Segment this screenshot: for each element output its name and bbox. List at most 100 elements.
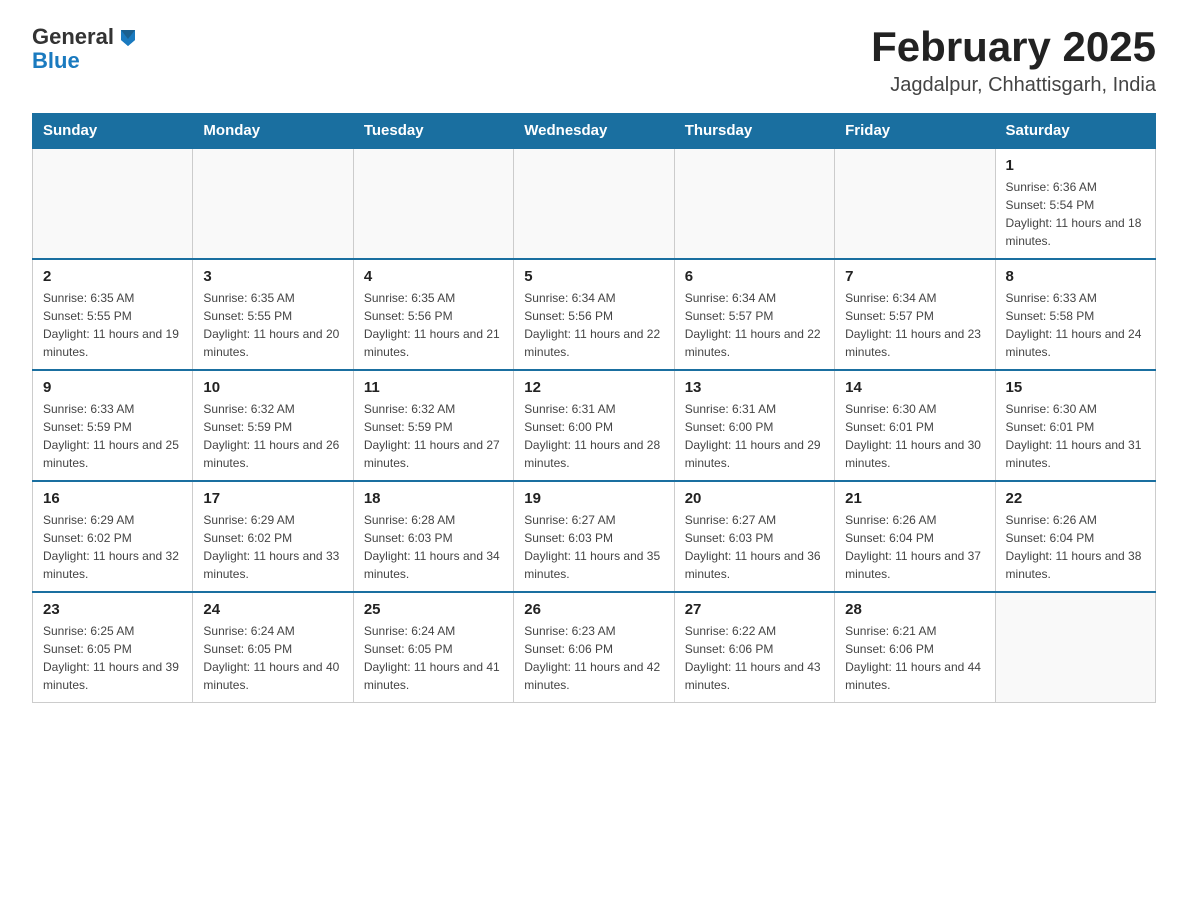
calendar-cell: 18Sunrise: 6:28 AMSunset: 6:03 PMDayligh… xyxy=(353,481,513,592)
day-number: 27 xyxy=(685,601,824,618)
day-info: Sunrise: 6:29 AMSunset: 6:02 PMDaylight:… xyxy=(43,511,182,583)
calendar-body: 1 Sunrise: 6:36 AMSunset: 5:54 PMDaylight… xyxy=(33,148,1156,703)
calendar-subtitle: Jagdalpur, Chhattisgarh, India xyxy=(871,74,1156,97)
title-block: February 2025 Jagdalpur, Chhattisgarh, I… xyxy=(871,24,1156,97)
day-info: Sunrise: 6:29 AMSunset: 6:02 PMDaylight:… xyxy=(203,511,342,583)
weekday-header-friday: Friday xyxy=(835,114,995,149)
day-info: Sunrise: 6:30 AMSunset: 6:01 PMDaylight:… xyxy=(1006,400,1145,472)
calendar-week-5: 23 Sunrise: 6:25 AMSunset: 6:05 PMDayligh… xyxy=(33,592,1156,703)
day-info: Sunrise: 6:23 AMSunset: 6:06 PMDaylight:… xyxy=(524,622,663,694)
day-number: 19 xyxy=(524,490,663,507)
logo-blue-text: Blue xyxy=(32,50,80,72)
weekday-header-sunday: Sunday xyxy=(33,114,193,149)
calendar-cell xyxy=(193,148,353,259)
calendar-cell: 27 Sunrise: 6:22 AMSunset: 6:06 PMDayligh… xyxy=(674,592,834,703)
calendar-cell: 11 Sunrise: 6:32 AMSunset: 5:59 PMDayligh… xyxy=(353,370,513,481)
day-number: 14 xyxy=(845,379,984,396)
day-number: 8 xyxy=(1006,268,1145,285)
day-info: Sunrise: 6:31 AMSunset: 6:00 PMDaylight:… xyxy=(524,400,663,472)
day-number: 20 xyxy=(685,490,824,507)
calendar-week-4: 16Sunrise: 6:29 AMSunset: 6:02 PMDayligh… xyxy=(33,481,1156,592)
weekday-header-wednesday: Wednesday xyxy=(514,114,674,149)
calendar-cell xyxy=(33,148,193,259)
day-number: 11 xyxy=(364,379,503,396)
day-info: Sunrise: 6:32 AMSunset: 5:59 PMDaylight:… xyxy=(364,400,503,472)
day-info: Sunrise: 6:34 AMSunset: 5:57 PMDaylight:… xyxy=(845,289,984,361)
calendar-cell: 15 Sunrise: 6:30 AMSunset: 6:01 PMDayligh… xyxy=(995,370,1155,481)
day-number: 17 xyxy=(203,490,342,507)
calendar-table: SundayMondayTuesdayWednesdayThursdayFrid… xyxy=(32,113,1156,703)
day-number: 5 xyxy=(524,268,663,285)
calendar-cell: 2Sunrise: 6:35 AMSunset: 5:55 PMDaylight… xyxy=(33,259,193,370)
calendar-title: February 2025 xyxy=(871,24,1156,70)
day-number: 21 xyxy=(845,490,984,507)
day-number: 15 xyxy=(1006,379,1145,396)
calendar-cell: 21 Sunrise: 6:26 AMSunset: 6:04 PMDayligh… xyxy=(835,481,995,592)
calendar-cell: 26Sunrise: 6:23 AMSunset: 6:06 PMDayligh… xyxy=(514,592,674,703)
day-info: Sunrise: 6:22 AMSunset: 6:06 PMDaylight:… xyxy=(685,622,824,694)
calendar-week-3: 9 Sunrise: 6:33 AMSunset: 5:59 PMDaylight… xyxy=(33,370,1156,481)
calendar-cell: 5 Sunrise: 6:34 AMSunset: 5:56 PMDaylight… xyxy=(514,259,674,370)
day-number: 7 xyxy=(845,268,984,285)
calendar-cell: 10 Sunrise: 6:32 AMSunset: 5:59 PMDayligh… xyxy=(193,370,353,481)
calendar-cell xyxy=(353,148,513,259)
calendar-cell: 4Sunrise: 6:35 AMSunset: 5:56 PMDaylight… xyxy=(353,259,513,370)
calendar-cell: 13 Sunrise: 6:31 AMSunset: 6:00 PMDayligh… xyxy=(674,370,834,481)
day-number: 9 xyxy=(43,379,182,396)
day-info: Sunrise: 6:24 AMSunset: 6:05 PMDaylight:… xyxy=(203,622,342,694)
day-info: Sunrise: 6:30 AMSunset: 6:01 PMDaylight:… xyxy=(845,400,984,472)
calendar-cell xyxy=(514,148,674,259)
weekday-header-tuesday: Tuesday xyxy=(353,114,513,149)
day-info: Sunrise: 6:36 AMSunset: 5:54 PMDaylight:… xyxy=(1006,178,1145,250)
day-info: Sunrise: 6:27 AMSunset: 6:03 PMDaylight:… xyxy=(685,511,824,583)
weekday-header-monday: Monday xyxy=(193,114,353,149)
calendar-cell: 16Sunrise: 6:29 AMSunset: 6:02 PMDayligh… xyxy=(33,481,193,592)
day-info: Sunrise: 6:35 AMSunset: 5:55 PMDaylight:… xyxy=(43,289,182,361)
calendar-cell: 17 Sunrise: 6:29 AMSunset: 6:02 PMDayligh… xyxy=(193,481,353,592)
weekday-header-thursday: Thursday xyxy=(674,114,834,149)
calendar-cell xyxy=(835,148,995,259)
weekday-header-row: SundayMondayTuesdayWednesdayThursdayFrid… xyxy=(33,114,1156,149)
day-number: 28 xyxy=(845,601,984,618)
day-number: 1 xyxy=(1006,157,1145,174)
day-number: 24 xyxy=(203,601,342,618)
day-info: Sunrise: 6:31 AMSunset: 6:00 PMDaylight:… xyxy=(685,400,824,472)
day-info: Sunrise: 6:33 AMSunset: 5:59 PMDaylight:… xyxy=(43,400,182,472)
day-info: Sunrise: 6:27 AMSunset: 6:03 PMDaylight:… xyxy=(524,511,663,583)
calendar-cell: 19 Sunrise: 6:27 AMSunset: 6:03 PMDayligh… xyxy=(514,481,674,592)
page-header: General Blue February 2025 Jagdalpur, Ch… xyxy=(32,24,1156,97)
logo-general-text: General xyxy=(32,24,114,50)
day-number: 3 xyxy=(203,268,342,285)
calendar-cell: 3Sunrise: 6:35 AMSunset: 5:55 PMDaylight… xyxy=(193,259,353,370)
calendar-cell: 25Sunrise: 6:24 AMSunset: 6:05 PMDayligh… xyxy=(353,592,513,703)
calendar-header: SundayMondayTuesdayWednesdayThursdayFrid… xyxy=(33,114,1156,149)
calendar-cell: 1 Sunrise: 6:36 AMSunset: 5:54 PMDaylight… xyxy=(995,148,1155,259)
day-info: Sunrise: 6:25 AMSunset: 6:05 PMDaylight:… xyxy=(43,622,182,694)
day-info: Sunrise: 6:34 AMSunset: 5:56 PMDaylight:… xyxy=(524,289,663,361)
day-info: Sunrise: 6:26 AMSunset: 6:04 PMDaylight:… xyxy=(1006,511,1145,583)
day-number: 12 xyxy=(524,379,663,396)
day-info: Sunrise: 6:28 AMSunset: 6:03 PMDaylight:… xyxy=(364,511,503,583)
calendar-cell: 24 Sunrise: 6:24 AMSunset: 6:05 PMDayligh… xyxy=(193,592,353,703)
calendar-cell: 23 Sunrise: 6:25 AMSunset: 6:05 PMDayligh… xyxy=(33,592,193,703)
day-info: Sunrise: 6:24 AMSunset: 6:05 PMDaylight:… xyxy=(364,622,503,694)
calendar-cell: 28 Sunrise: 6:21 AMSunset: 6:06 PMDayligh… xyxy=(835,592,995,703)
calendar-cell: 8 Sunrise: 6:33 AMSunset: 5:58 PMDaylight… xyxy=(995,259,1155,370)
day-number: 10 xyxy=(203,379,342,396)
day-info: Sunrise: 6:35 AMSunset: 5:56 PMDaylight:… xyxy=(364,289,503,361)
calendar-cell: 14 Sunrise: 6:30 AMSunset: 6:01 PMDayligh… xyxy=(835,370,995,481)
day-info: Sunrise: 6:32 AMSunset: 5:59 PMDaylight:… xyxy=(203,400,342,472)
day-number: 22 xyxy=(1006,490,1145,507)
calendar-cell xyxy=(995,592,1155,703)
calendar-cell: 9 Sunrise: 6:33 AMSunset: 5:59 PMDaylight… xyxy=(33,370,193,481)
day-info: Sunrise: 6:33 AMSunset: 5:58 PMDaylight:… xyxy=(1006,289,1145,361)
day-number: 13 xyxy=(685,379,824,396)
calendar-cell: 12 Sunrise: 6:31 AMSunset: 6:00 PMDayligh… xyxy=(514,370,674,481)
day-info: Sunrise: 6:26 AMSunset: 6:04 PMDaylight:… xyxy=(845,511,984,583)
calendar-cell: 20 Sunrise: 6:27 AMSunset: 6:03 PMDayligh… xyxy=(674,481,834,592)
day-number: 6 xyxy=(685,268,824,285)
day-info: Sunrise: 6:21 AMSunset: 6:06 PMDaylight:… xyxy=(845,622,984,694)
day-number: 23 xyxy=(43,601,182,618)
logo-arrow-icon xyxy=(117,26,139,48)
day-info: Sunrise: 6:34 AMSunset: 5:57 PMDaylight:… xyxy=(685,289,824,361)
